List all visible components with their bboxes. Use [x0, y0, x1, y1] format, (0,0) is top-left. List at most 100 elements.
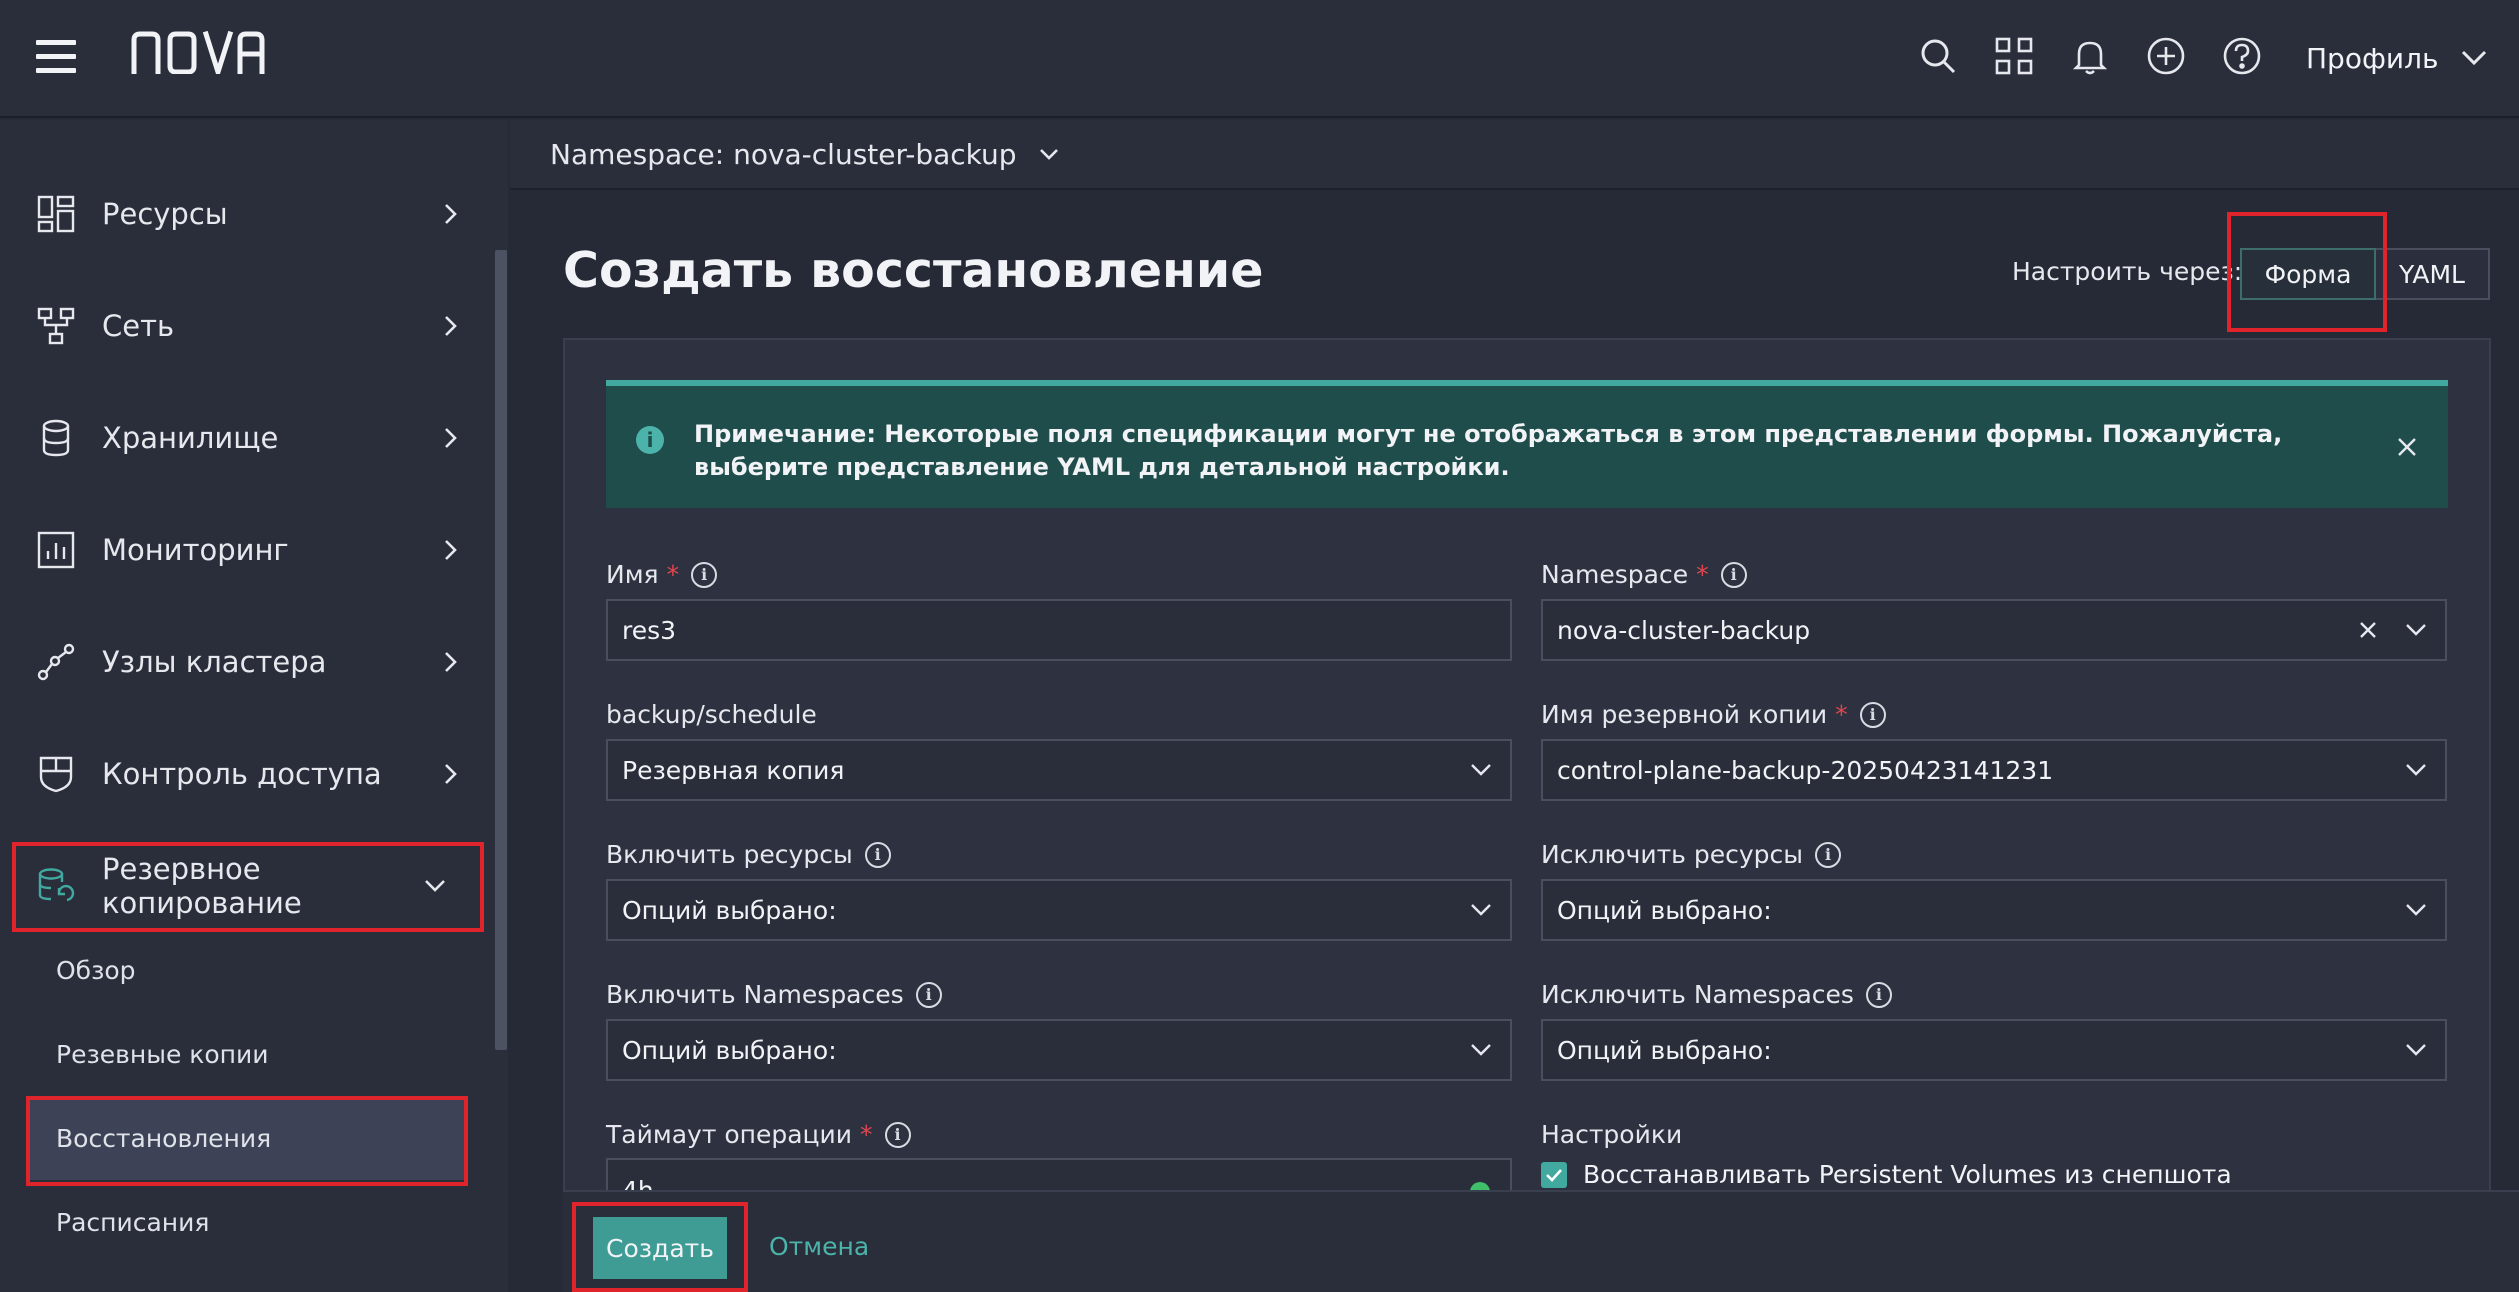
chevron-down-icon[interactable] [2405, 1039, 2427, 1061]
include-resources-label-text: Включить ресурсы [606, 840, 853, 869]
exclude-resources-select[interactable]: Опций выбрано: [1541, 879, 2447, 941]
required-mark: * [1696, 560, 1709, 589]
close-icon[interactable] [2396, 436, 2418, 458]
backup-name-label-text: Имя резервной копии [1541, 700, 1828, 729]
valid-status-icon [1470, 1182, 1490, 1190]
sidebar-item-cluster-nodes[interactable]: Узлы кластера [12, 616, 482, 708]
chevron-down-icon[interactable] [1470, 759, 1492, 781]
chevron-right-icon [445, 316, 457, 336]
clear-icon[interactable] [2357, 619, 2379, 641]
namespace-label-text: Namespace [1541, 560, 1689, 589]
cancel-button[interactable]: Отмена [769, 1232, 869, 1261]
sidebar-item-backup[interactable]: Резервное копирование [12, 840, 482, 932]
chevron-right-icon [445, 540, 457, 560]
network-icon [36, 306, 76, 346]
sidebar-subitem-restores[interactable]: Восстановления [28, 1096, 468, 1180]
chevron-down-icon [425, 880, 445, 892]
timeout-label: Таймаут операции * i [606, 1120, 911, 1149]
namespace-selector[interactable]: Namespace: nova-cluster-backup [510, 120, 2519, 190]
sidebar-subitem-schedules[interactable]: Расписания [28, 1180, 468, 1264]
profile-menu[interactable]: Профиль [2306, 36, 2487, 80]
monitoring-icon [36, 530, 76, 570]
chevron-down-icon[interactable] [2405, 619, 2427, 641]
exclude-namespaces-label-text: Исключить Namespaces [1541, 980, 1854, 1009]
sidebar-item-label: Сеть [102, 309, 175, 343]
restore-pv-label: Восстанавливать Persistent Volumes из сн… [1583, 1160, 2232, 1189]
alert-text: Примечание: Некоторые поля спецификации … [694, 420, 2283, 481]
search-icon[interactable] [1918, 36, 1958, 76]
chevron-right-icon [445, 764, 457, 784]
chevron-down-icon [1039, 149, 1058, 160]
timeout-input[interactable]: 4h [606, 1158, 1512, 1190]
source-select[interactable]: Резервная копия [606, 739, 1512, 801]
cluster-nodes-icon [36, 642, 76, 682]
restore-pv-checkbox-row[interactable]: Восстанавливать Persistent Volumes из сн… [1541, 1160, 2232, 1189]
help-icon[interactable] [2222, 36, 2262, 76]
backup-name-select[interactable]: control-plane-backup-20250423141231 [1541, 739, 2447, 801]
info-icon[interactable]: i [691, 561, 718, 588]
name-label-text: Имя [606, 560, 659, 589]
yaml-view-toggle[interactable]: YAML [2376, 248, 2490, 300]
sidebar-item-access-control[interactable]: Контроль доступа [12, 728, 482, 820]
info-icon[interactable]: i [1720, 561, 1747, 588]
exclude-resources-select-value: Опций выбрано: [1557, 895, 1772, 925]
restore-pv-checkbox[interactable] [1541, 1161, 1567, 1188]
source-label: backup/schedule [606, 700, 817, 729]
hamburger-menu-icon[interactable] [36, 40, 76, 74]
settings-label: Настройки [1541, 1120, 1682, 1149]
apps-grid-icon[interactable] [1994, 36, 2034, 76]
info-icon[interactable]: i [1865, 981, 1892, 1008]
sidebar-item-network[interactable]: Сеть [12, 280, 482, 372]
sidebar-scrollbar[interactable] [494, 120, 508, 1292]
source-label-text: backup/schedule [606, 700, 817, 729]
include-resources-select[interactable]: Опций выбрано: [606, 879, 1512, 941]
create-button[interactable]: Создать [593, 1217, 727, 1279]
sidebar-subitem-backups[interactable]: Резевные копии [28, 1012, 468, 1096]
chevron-down-icon [2461, 50, 2486, 66]
sidebar-item-storage[interactable]: Хранилище [12, 392, 482, 484]
sidebar-scrollbar-thumb[interactable] [495, 250, 507, 1050]
storage-icon [36, 418, 76, 458]
timeout-input-value: 4h [622, 1176, 654, 1190]
bell-icon[interactable] [2070, 36, 2110, 76]
name-input[interactable] [622, 615, 1510, 645]
namespace-select[interactable]: nova-cluster-backup [1541, 599, 2447, 661]
exclude-namespaces-select-value: Опций выбрано: [1557, 1035, 1772, 1065]
chevron-right-icon [445, 652, 457, 672]
chevron-down-icon[interactable] [2405, 759, 2427, 781]
include-namespaces-label-text: Включить Namespaces [606, 980, 904, 1009]
info-icon: i [636, 426, 664, 454]
sidebar-item-resources[interactable]: Ресурсы [12, 168, 482, 260]
info-icon[interactable]: i [1859, 701, 1886, 728]
profile-label: Профиль [2306, 41, 2439, 75]
chevron-right-icon [445, 204, 457, 224]
chevron-down-icon[interactable] [2405, 899, 2427, 921]
include-resources-label: Включить ресурсы i [606, 840, 891, 869]
required-mark: * [860, 1120, 873, 1149]
chevron-down-icon[interactable] [1470, 899, 1492, 921]
sidebar-item-label: Хранилище [102, 421, 279, 455]
exclude-namespaces-select[interactable]: Опций выбрано: [1541, 1019, 2447, 1081]
page-title: Создать восстановление [563, 242, 1264, 299]
exclude-resources-label: Исключить ресурсы i [1541, 840, 1841, 869]
backup-name-select-value: control-plane-backup-20250423141231 [1557, 755, 2054, 785]
include-namespaces-select-value: Опций выбрано: [622, 1035, 837, 1065]
nova-logo-icon [131, 30, 265, 81]
info-icon[interactable]: i [1814, 841, 1841, 868]
add-circle-icon[interactable] [2146, 36, 2186, 76]
info-icon[interactable]: i [864, 841, 891, 868]
include-namespaces-select[interactable]: Опций выбрано: [606, 1019, 1512, 1081]
app-logo[interactable] [130, 30, 266, 86]
chevron-down-icon[interactable] [1470, 1039, 1492, 1061]
info-icon[interactable]: i [884, 1121, 911, 1148]
sidebar-item-label: Узлы кластера [102, 645, 327, 679]
sidebar-subitem-overview[interactable]: Обзор [28, 928, 468, 1012]
sidebar-item-label: Контроль доступа [102, 757, 382, 791]
config-via-label: Настроить через: [2012, 257, 2243, 286]
info-icon[interactable]: i [915, 981, 942, 1008]
top-bar: Профиль [0, 0, 2519, 118]
sidebar-item-monitoring[interactable]: Мониторинг [12, 504, 482, 596]
form-view-toggle[interactable]: Форма [2240, 248, 2376, 300]
sidebar-item-label: Мониторинг [102, 533, 289, 567]
include-resources-select-value: Опций выбрано: [622, 895, 837, 925]
